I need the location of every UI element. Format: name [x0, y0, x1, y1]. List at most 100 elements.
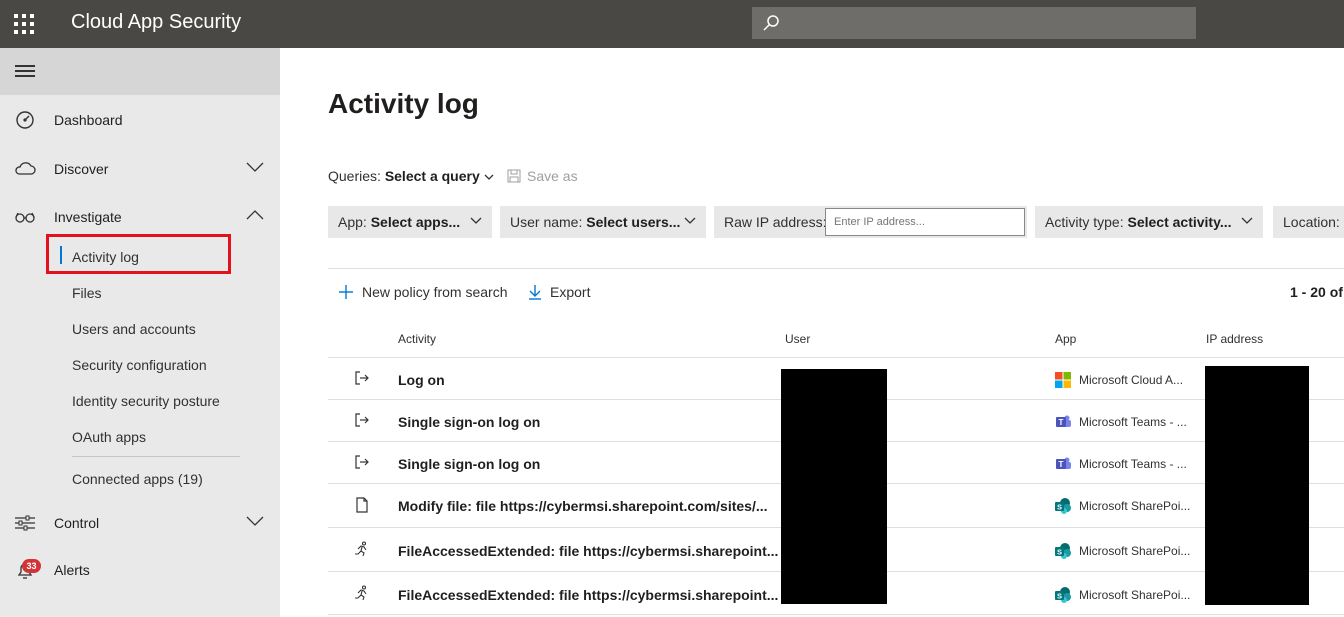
sidebar-sub-files[interactable]: Files	[72, 285, 102, 301]
app-name[interactable]: Microsoft SharePoi...	[1079, 544, 1190, 558]
filter-value: Select apps...	[370, 214, 461, 230]
hamburger-icon[interactable]	[15, 65, 35, 77]
queries-label: Queries:	[328, 168, 381, 184]
queries-value: Select a query	[384, 168, 480, 184]
activity-run-icon	[355, 585, 367, 601]
save-as-label: Save as	[527, 168, 578, 184]
sharepoint-icon: S	[1055, 587, 1071, 603]
sidebar-header	[0, 48, 280, 95]
app-filter[interactable]: App: Select apps...	[328, 206, 492, 238]
sidebar-item-label: Alerts	[54, 562, 90, 578]
activity-type-filter[interactable]: Activity type: Select activity...	[1035, 206, 1263, 238]
filter-label: User name:	[510, 214, 583, 230]
glasses-icon	[15, 212, 35, 223]
activity-name[interactable]: FileAccessedExtended: file https://cyber…	[398, 543, 778, 559]
redacted-ip-column	[1205, 366, 1309, 605]
app-launcher-icon[interactable]	[14, 14, 34, 34]
chevron-down-icon[interactable]	[246, 515, 264, 527]
pager-text: 1 - 20 of	[1290, 284, 1343, 300]
save-as-button[interactable]: Save as	[507, 168, 578, 184]
sliders-icon	[15, 515, 35, 531]
chevron-down-icon	[484, 174, 494, 180]
sign-in-icon	[355, 371, 369, 385]
sidebar-sub-connected-apps[interactable]: Connected apps (19)	[72, 471, 203, 487]
app-title[interactable]: Cloud App Security	[71, 11, 241, 34]
microsoft-logo-icon	[1055, 372, 1071, 388]
plus-icon	[339, 285, 353, 299]
sidebar-item-dashboard[interactable]: Dashboard	[0, 100, 280, 140]
sidebar-sub-users-accounts[interactable]: Users and accounts	[72, 321, 196, 337]
sidebar-sub-oauth-apps[interactable]: OAuth apps	[72, 429, 146, 445]
sidebar-item-label: Investigate	[54, 209, 122, 225]
download-icon	[529, 285, 541, 300]
sidebar-sub-identity-security-posture[interactable]: Identity security posture	[72, 393, 220, 409]
sign-in-icon	[355, 413, 369, 427]
queries-dropdown[interactable]: Queries: Select a query	[328, 168, 494, 184]
location-filter[interactable]: Location:	[1273, 206, 1344, 238]
column-header-user[interactable]: User	[785, 332, 810, 346]
activity-name[interactable]: Modify file: file https://cybermsi.share…	[398, 498, 768, 514]
teams-icon: T	[1056, 457, 1071, 469]
new-policy-label: New policy from search	[362, 284, 508, 300]
filter-label: App:	[338, 214, 367, 230]
filter-label: Activity type:	[1045, 214, 1124, 230]
column-header-ip[interactable]: IP address	[1206, 332, 1263, 346]
activity-run-icon	[355, 541, 367, 557]
sidebar-item-alerts[interactable]: Alerts	[0, 550, 280, 590]
filter-label: Raw IP address:	[724, 214, 827, 230]
sidebar-item-label: Dashboard	[54, 112, 123, 128]
chevron-down-icon[interactable]	[246, 161, 264, 173]
sidebar: Dashboard Discover Investigate Activity …	[0, 48, 280, 617]
top-bar: Cloud App Security	[0, 0, 1344, 48]
filter-value: Select activity...	[1127, 214, 1232, 230]
ip-address-input[interactable]	[825, 208, 1025, 236]
dashboard-icon	[16, 111, 34, 129]
filter-value: Select users...	[586, 214, 681, 230]
activity-name[interactable]: Log on	[398, 372, 445, 388]
activity-name[interactable]: FileAccessedExtended: file https://cyber…	[398, 587, 778, 603]
filter-label: Location:	[1283, 214, 1340, 230]
svg-text:T: T	[1059, 418, 1064, 427]
svg-text:S: S	[1057, 548, 1062, 557]
column-header-app[interactable]: App	[1055, 332, 1076, 346]
app-name[interactable]: Microsoft Teams - ...	[1079, 457, 1187, 471]
activity-name[interactable]: Single sign-on log on	[398, 414, 540, 430]
svg-text:S: S	[1057, 592, 1062, 601]
export-button[interactable]: Export	[528, 284, 590, 300]
sidebar-item-investigate[interactable]: Investigate	[0, 197, 280, 237]
app-name[interactable]: Microsoft SharePoi...	[1079, 588, 1190, 602]
activity-name[interactable]: Single sign-on log on	[398, 456, 540, 472]
app-name[interactable]: Microsoft Teams - ...	[1079, 415, 1187, 429]
alerts-badge: 33	[22, 559, 41, 573]
save-icon	[507, 169, 521, 183]
user-name-filter[interactable]: User name: Select users...	[500, 206, 706, 238]
divider	[328, 268, 1344, 269]
app-name[interactable]: Microsoft Cloud A...	[1079, 373, 1183, 387]
sidebar-item-label: Control	[54, 515, 100, 531]
sharepoint-icon: S	[1055, 543, 1071, 559]
svg-text:T: T	[1059, 460, 1064, 469]
export-label: Export	[550, 284, 591, 300]
chevron-down-icon	[470, 217, 482, 224]
new-policy-button[interactable]: New policy from search	[338, 284, 508, 300]
sharepoint-icon: S	[1055, 498, 1071, 514]
divider	[72, 456, 240, 457]
sidebar-sub-security-configuration[interactable]: Security configuration	[72, 357, 207, 373]
redacted-user-column	[781, 369, 887, 604]
column-header-activity[interactable]: Activity	[398, 332, 436, 346]
cloud-icon	[15, 162, 36, 175]
sidebar-item-control[interactable]: Control	[0, 503, 280, 543]
search-input[interactable]	[752, 7, 1196, 39]
file-icon	[356, 497, 368, 513]
svg-text:S: S	[1057, 503, 1062, 512]
chevron-down-icon	[1241, 217, 1253, 224]
chevron-down-icon	[684, 217, 696, 224]
sidebar-item-label: Discover	[54, 161, 109, 177]
sign-in-icon	[355, 455, 369, 469]
sidebar-item-discover[interactable]: Discover	[0, 149, 280, 189]
search-icon	[763, 15, 779, 31]
teams-icon: T	[1056, 415, 1071, 427]
page-title: Activity log	[328, 88, 479, 119]
chevron-up-icon[interactable]	[246, 209, 264, 221]
app-name[interactable]: Microsoft SharePoi...	[1079, 499, 1190, 513]
